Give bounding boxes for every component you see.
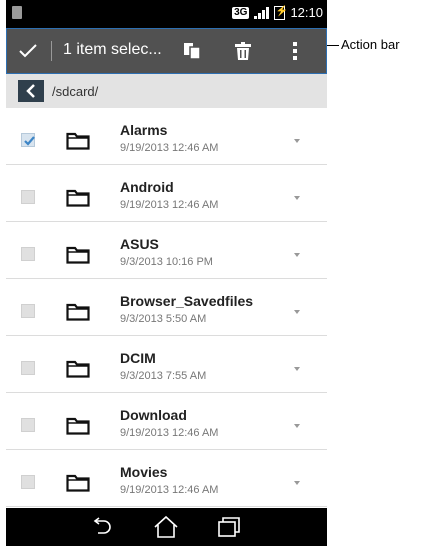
battery-charging-icon	[274, 5, 288, 20]
current-path: /sdcard/	[52, 83, 99, 99]
checkmark-icon	[24, 136, 35, 146]
select-checkbox[interactable]	[21, 247, 35, 261]
select-checkbox[interactable]	[21, 361, 35, 375]
file-date: 9/19/2013 12:46 AM	[120, 142, 219, 154]
copy-icon	[184, 42, 201, 60]
file-list-item[interactable]: ASUS 9/3/2013 10:16 PM	[6, 222, 327, 279]
file-list: Alarms 9/19/2013 12:46 AM Android 9/19/2013…	[6, 108, 327, 507]
path-bar: /sdcard/	[6, 74, 327, 108]
action-bar-divider	[51, 41, 52, 61]
file-date: 9/3/2013 10:16 PM	[120, 256, 213, 268]
file-list-item[interactable]: DCIM 9/3/2013 7:55 AM	[6, 336, 327, 393]
back-button[interactable]	[82, 514, 122, 540]
file-name: Movies	[120, 464, 168, 480]
folder-icon	[66, 474, 90, 492]
callout-line	[327, 45, 339, 46]
overflow-menu-button[interactable]	[278, 29, 312, 72]
folder-icon	[66, 360, 90, 378]
file-name: Android	[120, 179, 174, 195]
copy-button[interactable]	[175, 29, 209, 72]
folder-icon	[66, 132, 90, 150]
file-list-item[interactable]: Movies 9/19/2013 12:46 AM	[6, 450, 327, 507]
recent-apps-icon	[218, 517, 240, 537]
folder-icon	[66, 303, 90, 321]
file-date: 9/3/2013 5:50 AM	[120, 313, 207, 325]
file-date: 9/19/2013 12:46 AM	[120, 427, 219, 439]
file-list-item[interactable]: Android 9/19/2013 12:46 AM	[6, 165, 327, 222]
file-list-item[interactable]: Download 9/19/2013 12:46 AM	[6, 393, 327, 450]
file-name: Browser_Savedfiles	[120, 293, 254, 309]
dropdown-arrow-icon[interactable]	[290, 476, 304, 490]
selection-count: 1 item selec...	[63, 41, 162, 58]
action-bar: 1 item selec...	[6, 28, 327, 74]
file-date: 9/19/2013 12:46 AM	[120, 199, 219, 211]
more-vertical-icon	[293, 41, 297, 60]
trash-icon	[235, 41, 251, 60]
done-button[interactable]	[9, 29, 47, 72]
folder-icon	[66, 417, 90, 435]
home-button[interactable]	[146, 514, 186, 540]
dropdown-arrow-icon[interactable]	[290, 419, 304, 433]
file-name: ASUS	[120, 236, 159, 252]
folder-icon	[66, 246, 90, 264]
navigation-bar	[6, 508, 327, 546]
sd-card-icon	[12, 6, 22, 19]
signal-strength-icon	[254, 6, 270, 19]
clock: 12:10	[290, 5, 323, 20]
file-name: Alarms	[120, 122, 168, 138]
dropdown-arrow-icon[interactable]	[290, 134, 304, 148]
status-bar: 3G 12:10	[6, 0, 327, 28]
network-type: 3G	[232, 6, 250, 19]
back-icon	[93, 517, 111, 534]
select-checkbox[interactable]	[21, 418, 35, 432]
select-checkbox[interactable]	[21, 304, 35, 318]
dropdown-arrow-icon[interactable]	[290, 305, 304, 319]
status-indicators: 3G 12:10	[232, 5, 323, 20]
file-list-item[interactable]: Alarms 9/19/2013 12:46 AM	[6, 108, 327, 165]
recent-apps-button[interactable]	[209, 514, 249, 540]
file-name: Download	[120, 407, 187, 423]
delete-button[interactable]	[226, 29, 260, 72]
dropdown-arrow-icon[interactable]	[290, 248, 304, 262]
file-date: 9/19/2013 12:46 AM	[120, 484, 219, 496]
chevron-left-icon	[26, 84, 35, 98]
select-checkbox[interactable]	[21, 190, 35, 204]
dropdown-arrow-icon[interactable]	[290, 191, 304, 205]
checkmark-icon	[19, 43, 37, 57]
home-icon	[154, 515, 178, 538]
folder-icon	[66, 189, 90, 207]
phone-screen: 3G 12:10 1 item selec...	[6, 0, 327, 546]
action-bar-callout: Action bar	[341, 37, 400, 52]
select-checkbox[interactable]	[21, 133, 35, 147]
file-list-item[interactable]: Browser_Savedfiles 9/3/2013 5:50 AM	[6, 279, 327, 336]
dropdown-arrow-icon[interactable]	[290, 362, 304, 376]
file-name: DCIM	[120, 350, 156, 366]
select-checkbox[interactable]	[21, 475, 35, 489]
up-directory-button[interactable]	[18, 80, 44, 102]
file-date: 9/3/2013 7:55 AM	[120, 370, 207, 382]
